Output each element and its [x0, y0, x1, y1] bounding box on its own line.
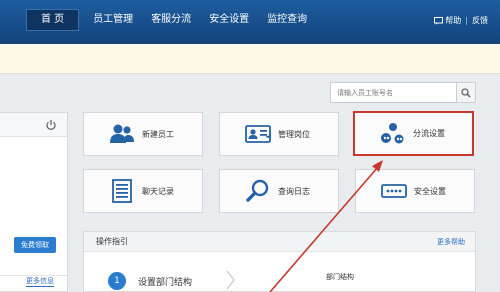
tile-label: 安全设置 — [414, 186, 446, 196]
tile-new-staff[interactable]: 新建员工 — [83, 112, 203, 156]
search-input[interactable] — [331, 83, 457, 102]
help-link[interactable]: 帮助 — [445, 15, 461, 26]
header-links: 帮助 | 反馈 — [434, 15, 488, 26]
power-icon[interactable] — [45, 119, 57, 131]
top-header: 首 页 员工管理 客服分流 安全设置 监控查询 帮助 | 反馈 — [0, 0, 500, 44]
divider — [0, 275, 67, 276]
search-icon — [461, 87, 471, 98]
nav-customer-distribution[interactable]: 客服分流 — [143, 9, 199, 31]
tile-query-log[interactable]: 查询日志 — [219, 169, 339, 213]
users-icon — [108, 120, 136, 148]
notice-band — [0, 44, 500, 74]
search-button[interactable] — [456, 83, 475, 102]
link-separator: | — [465, 16, 468, 25]
tile-distribution-settings[interactable]: 分流设置 — [353, 111, 474, 156]
step-label[interactable]: 设置部门结构 — [138, 275, 192, 288]
feedback-link[interactable]: 反馈 — [472, 15, 488, 26]
tile-chat-records[interactable]: 聊天记录 — [83, 169, 203, 213]
tile-manage-positions[interactable]: 管理岗位 — [219, 112, 339, 156]
step-number: 1 — [108, 272, 126, 290]
tile-label: 新建员工 — [142, 129, 174, 139]
operation-guide-panel: 操作指引 更多帮助 1 设置部门结构 部门结构 — [83, 231, 476, 292]
more-info-link[interactable]: 更多信息 — [26, 277, 54, 287]
step-right-label: 部门结构 — [326, 273, 354, 281]
tile-label: 查询日志 — [278, 186, 310, 196]
search-log-icon — [244, 177, 272, 205]
tile-label: 分流设置 — [413, 129, 445, 138]
free-claim-button[interactable]: 免费领取 — [14, 237, 56, 253]
guide-header: 操作指引 更多帮助 — [84, 232, 475, 252]
account-panel: 免费领取 更多信息 — [0, 112, 68, 292]
nav-home[interactable]: 首 页 — [26, 9, 80, 31]
nav-staff-management[interactable]: 员工管理 — [85, 9, 141, 31]
staff-search — [330, 82, 476, 103]
tile-label: 管理岗位 — [278, 129, 310, 139]
more-help-link[interactable]: 更多帮助 — [437, 237, 465, 247]
nav-monitor-query[interactable]: 监控查询 — [259, 9, 315, 31]
main-nav: 首 页 员工管理 客服分流 安全设置 监控查询 — [26, 9, 317, 31]
nav-security-settings[interactable]: 安全设置 — [201, 9, 257, 31]
help-icon — [434, 16, 444, 25]
password-icon — [380, 177, 408, 205]
guide-title: 操作指引 — [96, 237, 128, 246]
chat-record-icon — [108, 177, 136, 205]
tile-security-settings[interactable]: 安全设置 — [355, 169, 475, 213]
distribution-icon — [379, 120, 407, 148]
chevron-right-icon — [226, 270, 235, 290]
id-card-icon — [244, 120, 272, 148]
tile-label: 聊天记录 — [142, 186, 174, 196]
